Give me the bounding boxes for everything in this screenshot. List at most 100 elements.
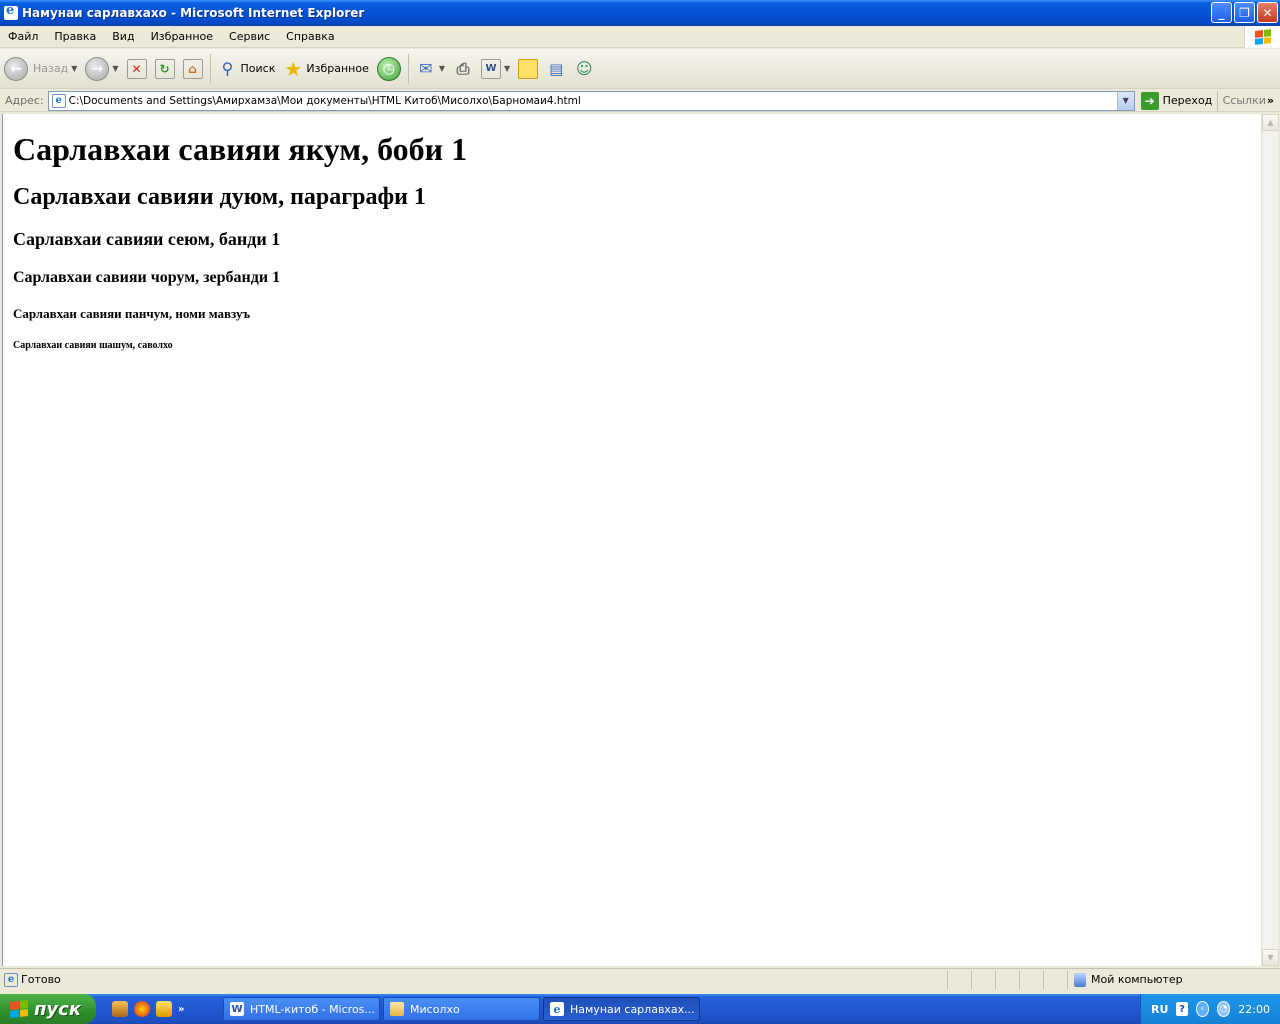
chevron-right-icon[interactable]: » xyxy=(178,1004,184,1015)
refresh-button[interactable]: ↻ xyxy=(151,52,179,86)
quick-launch-app-icon[interactable] xyxy=(156,1001,172,1017)
home-button[interactable]: ⌂ xyxy=(179,52,207,86)
status-cell xyxy=(947,970,971,989)
back-dropdown-icon[interactable]: ▼ xyxy=(71,64,77,73)
page-status-icon: e xyxy=(4,972,18,987)
zone-label: Мой компьютер xyxy=(1091,973,1183,986)
window-title: Намунаи сарлавхахо - Microsoft Internet … xyxy=(22,6,365,20)
close-button[interactable]: ✕ xyxy=(1257,2,1278,23)
mail-button[interactable]: ✉ ▼ xyxy=(412,52,449,86)
status-bar: e Готово Мой компьютер xyxy=(0,968,1280,990)
mail-dropdown-icon[interactable]: ▼ xyxy=(439,64,445,73)
page-icon: e xyxy=(51,93,66,108)
go-arrow-icon: ➔ xyxy=(1140,91,1159,110)
menu-view[interactable]: Вид xyxy=(104,30,142,43)
folder-icon xyxy=(390,1002,404,1016)
minimize-button[interactable]: _ xyxy=(1211,2,1232,23)
stop-icon: ✕ xyxy=(126,58,147,79)
address-dropdown-icon[interactable]: ▼ xyxy=(1116,91,1134,110)
task-label: Мисолхо xyxy=(410,1002,460,1016)
language-indicator[interactable]: RU xyxy=(1151,1003,1168,1016)
quick-launch-app-icon[interactable] xyxy=(112,1001,128,1017)
browser-window: Намунаи сарлавхахо - Microsoft Internet … xyxy=(0,0,1280,994)
history-icon: ◷ xyxy=(376,56,401,81)
taskbar-button-word[interactable]: W HTML-китоб - Micros... xyxy=(223,997,380,1021)
menu-help[interactable]: Справка xyxy=(278,30,342,43)
refresh-icon: ↻ xyxy=(154,58,175,79)
system-tray: RU ? ‹ ◔ 22:00 xyxy=(1140,994,1280,1024)
heading-level-2: Сарлавхаи савияи дуюм, параграфи 1 xyxy=(13,184,426,210)
address-value: C:\Documents and Settings\Амирхамза\Мои … xyxy=(68,94,581,107)
quick-launch-app-icon[interactable] xyxy=(134,1001,150,1017)
status-cell xyxy=(995,970,1019,989)
vertical-scrollbar[interactable]: ▲ ▼ xyxy=(1261,114,1279,966)
search-button[interactable]: ⚲ Поиск xyxy=(214,52,280,86)
word-icon: W xyxy=(230,1002,244,1016)
research-button[interactable]: ▤ xyxy=(542,52,570,86)
scroll-up-icon[interactable]: ▲ xyxy=(1262,114,1279,131)
page-content: Сарлавхаи савияи якум, боби 1 Сарлавхаи … xyxy=(2,114,1261,966)
back-arrow-icon: ← xyxy=(4,56,28,81)
forward-button[interactable]: → ▼ xyxy=(81,52,122,86)
windows-logo-icon xyxy=(10,1000,28,1018)
status-cell xyxy=(1019,970,1043,989)
messenger-button[interactable]: ☺ xyxy=(570,52,598,86)
my-computer-icon xyxy=(1074,972,1086,987)
help-icon[interactable]: ? xyxy=(1176,1002,1188,1016)
quick-launch: » xyxy=(112,1001,220,1017)
menu-edit[interactable]: Правка xyxy=(46,30,104,43)
windows-logo-icon xyxy=(1244,26,1280,48)
forward-dropdown-icon[interactable]: ▼ xyxy=(112,64,118,73)
taskbar-button-ie[interactable]: e Намунаи сарлавхах... xyxy=(543,997,700,1021)
back-label: Назад xyxy=(33,62,69,75)
tray-expand-icon[interactable]: ‹ xyxy=(1195,1001,1209,1017)
links-button[interactable]: Ссылки xyxy=(1216,90,1266,111)
menu-favorites[interactable]: Избранное xyxy=(143,30,221,43)
title-bar: Намунаи сарлавхахо - Microsoft Internet … xyxy=(0,0,1280,26)
research-icon: ▤ xyxy=(549,59,564,78)
heading-level-6: Сарлавхаи савияи шашум, саволхо xyxy=(13,340,173,351)
printer-icon: ⎙ xyxy=(456,58,470,78)
task-label: Намунаи сарлавхах... xyxy=(570,1002,695,1016)
print-button[interactable]: ⎙ xyxy=(449,52,477,86)
security-zone: Мой компьютер xyxy=(1067,970,1280,989)
menu-bar: Файл Правка Вид Избранное Сервис Справка xyxy=(0,26,1280,48)
star-icon: ★ xyxy=(284,56,303,81)
chevron-right-icon[interactable]: » xyxy=(1267,94,1274,107)
go-button[interactable]: ➔ Переход xyxy=(1140,91,1217,110)
toolbar-separator xyxy=(407,53,409,84)
address-input[interactable]: e C:\Documents and Settings\Амирхамза\Мо… xyxy=(47,90,1135,111)
heading-level-4: Сарлавхаи савияи чорум, зербанди 1 xyxy=(13,269,281,286)
home-icon: ⌂ xyxy=(182,58,203,79)
mail-icon: ✉ xyxy=(419,59,433,78)
network-icon[interactable]: ◔ xyxy=(1217,1001,1231,1017)
taskbar: пуск » W HTML-китоб - Micros... Мисолхо … xyxy=(0,994,1280,1024)
menu-tools[interactable]: Сервис xyxy=(221,30,278,43)
favorites-button[interactable]: ★ Избранное xyxy=(279,52,372,86)
heading-level-3: Сарлавхаи савияи сеюм, банди 1 xyxy=(13,229,281,249)
status-cell xyxy=(1043,970,1067,989)
clock[interactable]: 22:00 xyxy=(1238,1003,1270,1016)
scroll-down-icon[interactable]: ▼ xyxy=(1262,949,1279,966)
ie-icon xyxy=(4,3,18,20)
address-label: Адрес: xyxy=(5,94,44,107)
back-button[interactable]: ← Назад ▼ xyxy=(0,52,81,86)
go-label: Переход xyxy=(1162,94,1213,107)
heading-level-5: Сарлавхаи савияи панчум, номи мавзуъ xyxy=(13,306,251,321)
task-label: HTML-китоб - Micros... xyxy=(250,1002,375,1016)
ie-icon: e xyxy=(550,1002,564,1016)
standard-toolbar: ← Назад ▼ → ▼ ✕ ↻ ⌂ ⚲ Поиск ★ Избранное … xyxy=(0,49,1280,89)
maximize-button[interactable]: ❐ xyxy=(1234,2,1255,23)
start-button[interactable]: пуск xyxy=(0,994,96,1024)
menu-file[interactable]: Файл xyxy=(0,30,46,43)
edit-dropdown-icon[interactable]: ▼ xyxy=(504,64,510,73)
taskbar-button-folder[interactable]: Мисолхо xyxy=(383,997,540,1021)
discuss-button[interactable] xyxy=(514,52,542,86)
toolbar-separator xyxy=(209,53,211,84)
history-button[interactable]: ◷ xyxy=(373,52,405,86)
stop-button[interactable]: ✕ xyxy=(123,52,151,86)
edit-button[interactable]: W ▼ xyxy=(477,52,514,86)
status-text: Готово xyxy=(21,973,61,986)
note-icon xyxy=(518,58,539,79)
start-label: пуск xyxy=(34,998,82,1020)
